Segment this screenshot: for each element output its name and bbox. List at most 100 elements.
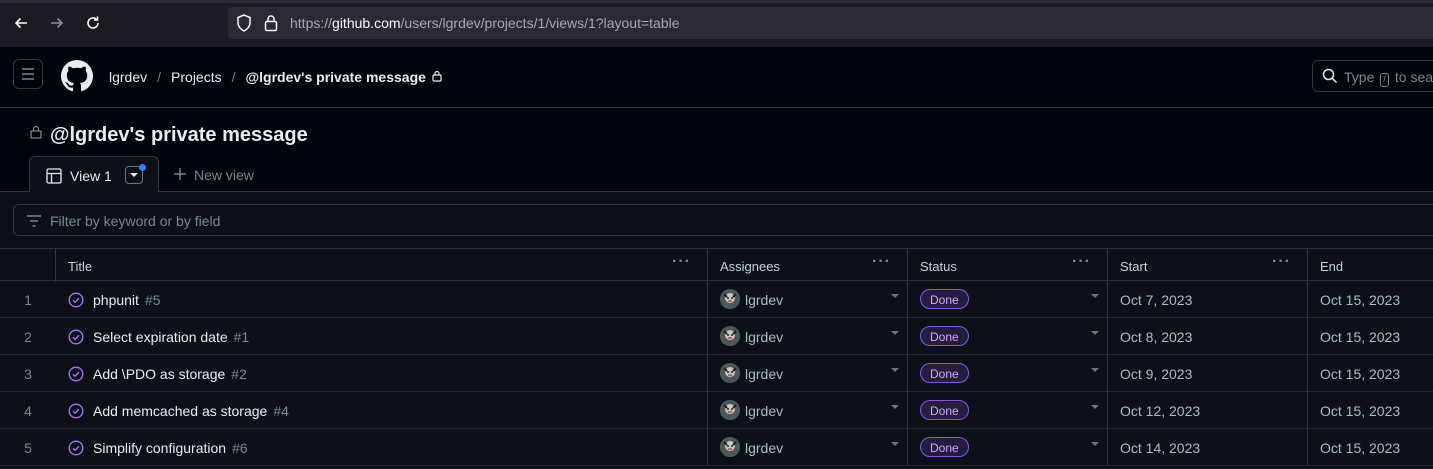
start-date-cell[interactable]: Oct 14, 2023 [1108,429,1308,466]
breadcrumb-user[interactable]: lgrdev [109,69,147,85]
tracking-shield-icon[interactable] [236,14,252,35]
status-badge: Done [920,437,969,457]
end-date-cell[interactable]: Oct 15, 2023 [1308,392,1433,429]
title-cell [0,392,708,429]
avatar [720,326,740,346]
table-row[interactable]: 3 Add \PDO as storage #2 lgrdev Done Oct … [0,355,1433,392]
start-date: Oct 9, 2023 [1120,366,1193,382]
dropdown-caret-icon [891,405,899,409]
column-menu-icon[interactable]: ··· [1072,253,1091,271]
status-cell[interactable]: Done [908,392,1108,429]
search-placeholder: Type / to sear [1344,69,1433,87]
dropdown-caret-icon [891,368,899,372]
start-date: Oct 14, 2023 [1120,440,1201,456]
assignees-cell[interactable]: lgrdev [708,318,908,355]
start-date-cell[interactable]: Oct 7, 2023 [1108,281,1308,318]
tabs-divider [0,191,1433,192]
url-path: /users/lgrdev/projects/1/views/1?layout=… [400,15,680,31]
assignees-cell[interactable]: lgrdev [708,355,908,392]
start-date-cell[interactable]: Oct 9, 2023 [1108,355,1308,392]
forward-icon[interactable] [46,12,68,34]
plus-icon [174,167,186,183]
dropdown-caret-icon [1091,442,1099,446]
end-date-cell[interactable]: Oct 15, 2023 [1308,429,1433,466]
breadcrumb-separator: / [231,69,236,85]
start-date-cell[interactable]: Oct 8, 2023 [1108,318,1308,355]
reload-icon[interactable] [82,12,104,34]
back-icon[interactable] [10,12,32,34]
end-date: Oct 15, 2023 [1320,440,1401,456]
end-date-cell[interactable]: Oct 15, 2023 [1308,355,1433,392]
table-header: Title ··· Assignees ··· Status ··· Start… [0,248,1433,282]
hamburger-icon [22,68,34,80]
github-logo-icon[interactable] [61,60,93,92]
status-cell[interactable]: Done [908,318,1108,355]
title-cell [0,318,708,355]
breadcrumb: lgrdev / Projects / @lgrdev's private me… [109,69,442,85]
assignees-cell[interactable]: lgrdev [708,392,908,429]
chevron-down-icon [130,173,138,177]
project-lock-icon [30,125,42,142]
unsaved-changes-dot [139,164,146,171]
dropdown-caret-icon [1091,368,1099,372]
status-badge: Done [920,400,969,420]
row-number-header [0,249,56,282]
column-header-end[interactable]: End [1308,249,1433,282]
tab-label: View 1 [70,168,112,184]
column-menu-icon[interactable]: ··· [872,253,891,271]
column-end-label: End [1320,259,1344,274]
new-view-button[interactable]: New view [174,167,254,183]
search-shortcut-key: / [1380,73,1390,87]
status-badge: Done [920,326,969,346]
table-row[interactable]: 1 phpunit #5 lgrdev Done Oct 7, 2023 Oct … [0,281,1433,318]
table-row[interactable]: 4 Add memcached as storage #4 lgrdev Done… [0,392,1433,429]
search-placeholder-start: Type [1344,69,1375,85]
avatar [720,363,740,383]
column-header-start[interactable]: Start ··· [1108,249,1308,282]
table-row[interactable]: 5 Simplify configuration #6 lgrdev Done O… [0,429,1433,466]
column-menu-icon[interactable]: ··· [672,253,691,271]
url-scheme: https:// [290,15,333,31]
status-cell[interactable]: Done [908,355,1108,392]
lock-icon[interactable] [264,14,278,35]
url-bar[interactable]: https://github.com/users/lgrdev/projects… [228,7,1433,39]
status-cell[interactable]: Done [908,429,1108,466]
start-date-cell[interactable]: Oct 12, 2023 [1108,392,1308,429]
search-icon [1322,68,1338,87]
column-start-label: Start [1120,259,1148,274]
filter-input[interactable]: Filter by keyword or by field [13,204,1433,236]
status-cell[interactable]: Done [908,281,1108,318]
page-title: @lgrdev's private message [50,124,308,146]
end-date: Oct 15, 2023 [1320,366,1401,382]
start-date: Oct 8, 2023 [1120,329,1193,345]
column-status-label: Status [920,259,957,274]
column-header-assignees[interactable]: Assignees ··· [708,249,908,282]
column-assignees-label: Assignees [720,259,780,274]
title-cell [0,429,708,466]
table-row[interactable]: 2 Select expiration date #1 lgrdev Done O… [0,318,1433,355]
column-header-status[interactable]: Status ··· [908,249,1108,282]
column-menu-icon[interactable]: ··· [1272,253,1291,271]
breadcrumb-projects[interactable]: Projects [171,69,222,85]
menu-button[interactable] [13,59,43,89]
assignees-cell[interactable]: lgrdev [708,429,908,466]
avatar [720,289,740,309]
start-date: Oct 12, 2023 [1120,403,1201,419]
dropdown-caret-icon [891,294,899,298]
avatar [720,400,740,420]
breadcrumb-current[interactable]: @lgrdev's private message [246,69,426,85]
tab-view-1[interactable]: View 1 [29,156,159,192]
assignee-name: lgrdev [745,440,784,456]
search-input[interactable]: Type / to sear [1312,60,1433,92]
browser-toolbar: https://github.com/users/lgrdev/projects… [0,0,1433,47]
assignee-name: lgrdev [745,292,784,308]
filter-icon [26,214,42,231]
end-date-cell[interactable]: Oct 15, 2023 [1308,281,1433,318]
end-date: Oct 15, 2023 [1320,329,1401,345]
dropdown-caret-icon [891,442,899,446]
column-header-title[interactable]: Title ··· [56,249,708,282]
assignees-cell[interactable]: lgrdev [708,281,908,318]
title-cell [0,355,708,392]
url-text[interactable]: https://github.com/users/lgrdev/projects… [290,15,680,31]
end-date-cell[interactable]: Oct 15, 2023 [1308,318,1433,355]
